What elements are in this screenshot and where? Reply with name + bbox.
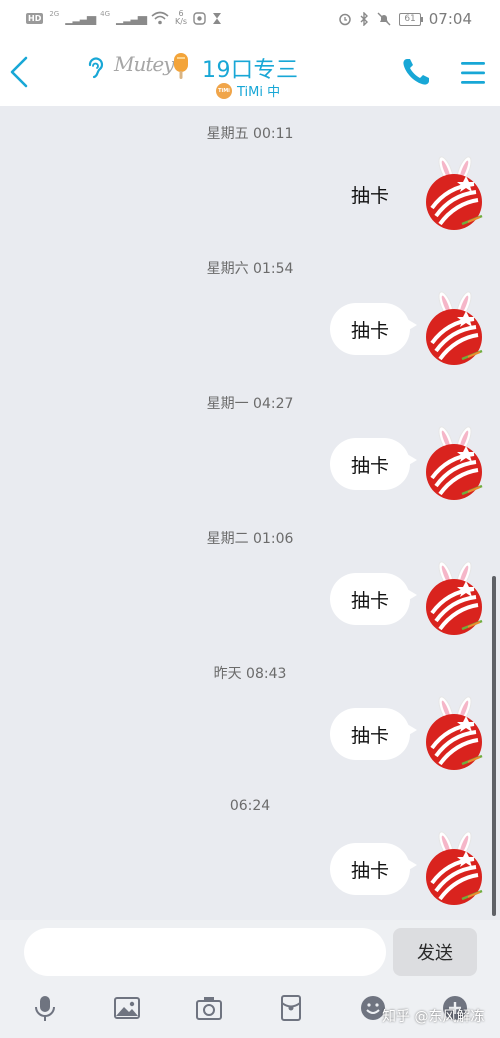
hourglass-icon	[213, 12, 222, 24]
timi-logo: TiMi	[216, 82, 232, 99]
mute-icon	[377, 12, 391, 26]
phone-call-icon[interactable]	[400, 56, 432, 88]
message-list[interactable]: 星期五 00:11 抽卡 星期六 01:54 抽卡 星期一 04:27 抽卡 星…	[0, 106, 500, 920]
avatar[interactable]	[424, 696, 484, 772]
chat-header: Mutey 19口专三 TiMi TiMi 中	[0, 38, 500, 106]
message-input[interactable]	[24, 928, 386, 976]
message-timestamp: 星期五 00:11	[206, 126, 294, 142]
title-block[interactable]: Mutey 19口专三 TiMi TiMi 中	[80, 48, 340, 100]
avatar[interactable]	[424, 291, 484, 367]
input-bar: 发送 知乎 @东风解冻	[0, 920, 500, 1038]
bluetooth-icon	[360, 12, 369, 26]
message-timestamp: 星期六 01:54	[206, 261, 294, 277]
avatar[interactable]	[424, 561, 484, 637]
network-type-2: 4G	[100, 10, 111, 18]
popsicle-icon	[174, 53, 188, 79]
app-notification-icon	[193, 11, 206, 25]
net-speed-unit: K/s	[174, 17, 188, 26]
mic-icon[interactable]	[31, 994, 59, 1022]
avatar[interactable]	[424, 156, 484, 232]
message-bubble[interactable]: 抽卡	[330, 303, 417, 355]
chat-subtitle: TiMi 中	[237, 85, 281, 100]
status-bar: HD 2G ▁▂▃▅ 4G ▁▂▃▅ 6 K/s 61 07:04	[0, 0, 500, 38]
hd-badge: HD	[26, 12, 44, 24]
message-bubble[interactable]: 抽卡	[330, 168, 410, 220]
message-timestamp: 星期二 01:06	[206, 531, 294, 547]
signal-icon: ▁▂▃▅	[65, 11, 96, 25]
wifi-icon	[151, 11, 169, 25]
alarm-icon	[339, 13, 352, 26]
back-button[interactable]	[4, 52, 34, 92]
message-timestamp: 昨天 08:43	[213, 666, 287, 682]
message-timestamp: 星期一 04:27	[206, 396, 294, 412]
scrollbar[interactable]	[492, 576, 496, 916]
message-bubble[interactable]: 抽卡	[330, 843, 417, 895]
network-type-1: 2G	[49, 10, 60, 18]
avatar[interactable]	[424, 831, 484, 907]
message-timestamp: 06:24	[229, 798, 271, 814]
red-packet-icon[interactable]	[277, 994, 305, 1022]
watermark: 知乎 @东风解冻	[382, 1009, 485, 1025]
mutey-badge: Mutey	[114, 52, 175, 76]
message-bubble[interactable]: 抽卡	[330, 708, 417, 760]
subtitle-line: TiMi TiMi 中	[216, 81, 280, 100]
clock: 07:04	[428, 10, 472, 28]
camera-icon[interactable]	[195, 994, 223, 1022]
chat-title: 19口专三	[202, 58, 299, 83]
message-bubble[interactable]: 抽卡	[330, 573, 417, 625]
net-speed: 6 K/s	[175, 10, 187, 26]
avatar[interactable]	[424, 426, 484, 502]
signal-icon-2: ▁▂▃▅	[116, 11, 147, 25]
ear-icon[interactable]	[84, 56, 106, 80]
image-icon[interactable]	[113, 994, 141, 1022]
message-bubble[interactable]: 抽卡	[330, 438, 417, 490]
send-button[interactable]: 发送	[393, 928, 477, 976]
battery-indicator: 61	[399, 12, 424, 26]
menu-icon[interactable]	[458, 60, 488, 86]
